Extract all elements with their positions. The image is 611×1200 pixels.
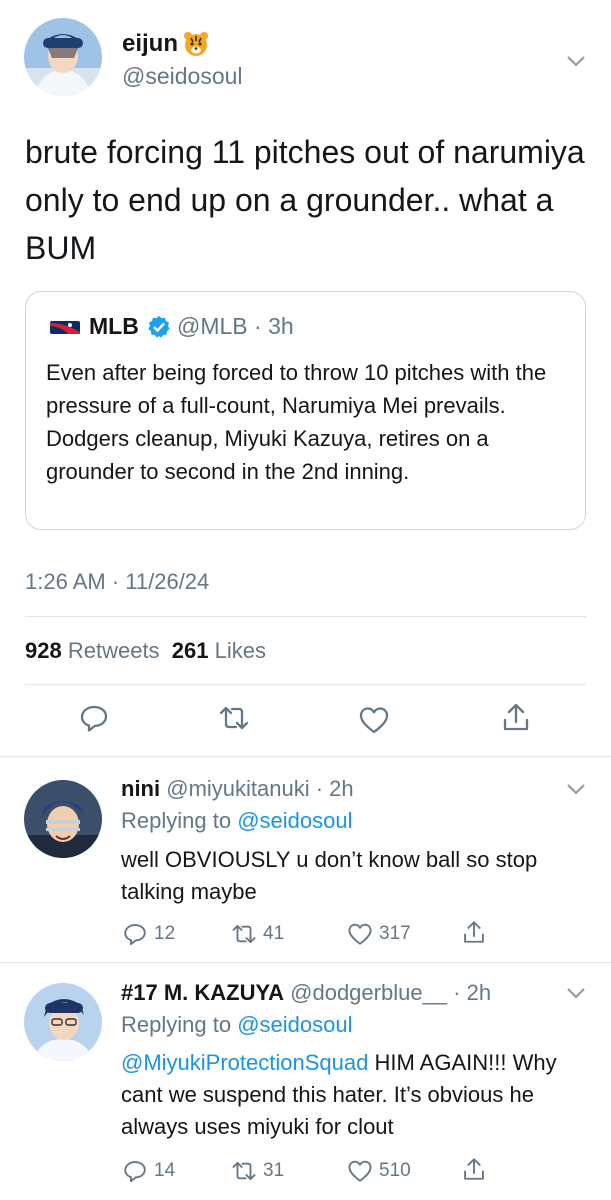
author-handle[interactable]: @seidosoul xyxy=(122,63,243,90)
retweet-count: 31 xyxy=(263,1160,285,1181)
reply-count: 14 xyxy=(154,1160,176,1181)
reply-button[interactable] xyxy=(78,702,110,734)
retweet-icon xyxy=(219,706,249,730)
replying-to-label: Replying to xyxy=(121,808,232,833)
mention-link[interactable]: @MiyukiProtectionSquad xyxy=(121,1050,368,1075)
author-name[interactable]: eijun xyxy=(122,30,178,58)
reply-header: #17 M. KAZUYA @dodgerblue__ · 2h xyxy=(121,980,491,1006)
reply-icon xyxy=(124,1161,146,1183)
retweet-icon xyxy=(232,924,256,944)
heart-icon xyxy=(359,707,389,734)
quoted-tweet-text: Even after being forced to throw 10 pitc… xyxy=(46,360,547,484)
tiger-icon xyxy=(183,31,209,62)
tweet-timestamp[interactable]: 1:26 AM · 11/26/24 xyxy=(25,569,209,595)
reply-text: @MiyukiProtectionSquad HIM AGAIN!!! Why … xyxy=(121,1047,581,1143)
retweet-icon xyxy=(232,1161,256,1181)
quoted-tweet-card[interactable]: MLB @MLB · 3h Even after being forced to… xyxy=(25,291,586,530)
reply-author-handle[interactable]: @miyukitanuki · 2h xyxy=(166,776,353,801)
verified-badge-icon xyxy=(147,315,171,344)
chevron-down-icon[interactable] xyxy=(566,986,586,1004)
divider xyxy=(0,756,611,757)
divider xyxy=(25,616,586,617)
replying-to-label: Replying to xyxy=(121,1012,232,1037)
likes-stat[interactable]: 261 Likes xyxy=(172,638,266,663)
mlb-logo-icon xyxy=(50,321,80,334)
reply-icon xyxy=(80,705,108,732)
like-count: 317 xyxy=(379,923,411,944)
likes-label: Likes xyxy=(214,638,266,663)
reply-count: 12 xyxy=(154,923,176,944)
replying-to: Replying to @seidosoul xyxy=(121,1012,353,1038)
quoted-author-handle: @MLB · 3h xyxy=(177,313,294,339)
retweets-label: Retweets xyxy=(67,638,160,663)
retweet-count: 41 xyxy=(263,923,285,944)
divider xyxy=(0,962,611,963)
share-icon xyxy=(464,1158,484,1180)
reply-text: well OBVIOUSLY u don’t know ball so stop… xyxy=(121,844,571,908)
retweets-stat[interactable]: 928 Retweets xyxy=(25,638,160,663)
share-icon xyxy=(464,921,484,943)
share-button[interactable] xyxy=(500,701,532,733)
chevron-down-icon[interactable] xyxy=(566,54,586,72)
replying-to: Replying to @seidosoul xyxy=(121,808,353,834)
reply-header: nini @miyukitanuki · 2h xyxy=(121,776,354,802)
share-icon xyxy=(503,703,529,731)
reply-author-handle[interactable]: @dodgerblue__ · 2h xyxy=(290,980,491,1005)
heart-icon xyxy=(348,923,372,945)
heart-icon xyxy=(348,1160,372,1182)
reply-author-avatar[interactable] xyxy=(24,780,102,858)
divider xyxy=(25,684,586,685)
engagement-stats: 928 Retweets 261 Likes xyxy=(25,638,266,664)
quoted-author-name: MLB xyxy=(89,313,139,339)
tweet-text: brute forcing 11 pitches out of narumiya… xyxy=(25,134,585,266)
retweets-count: 928 xyxy=(25,638,62,663)
replying-to-handle[interactable]: @seidosoul xyxy=(237,808,352,833)
like-button[interactable] xyxy=(358,704,390,736)
reply-icon xyxy=(124,924,146,946)
author-avatar[interactable] xyxy=(24,18,102,96)
reply-author-name[interactable]: #17 M. KAZUYA xyxy=(121,980,284,1005)
like-count: 510 xyxy=(379,1160,411,1181)
retweet-button[interactable] xyxy=(218,702,250,734)
likes-count: 261 xyxy=(171,638,209,663)
reply-text-body: well OBVIOUSLY u don’t know ball so stop… xyxy=(121,847,538,904)
replying-to-handle[interactable]: @seidosoul xyxy=(237,1012,352,1037)
chevron-down-icon[interactable] xyxy=(566,782,586,800)
reply-author-name[interactable]: nini xyxy=(121,776,160,801)
reply-author-avatar[interactable] xyxy=(24,983,102,1061)
